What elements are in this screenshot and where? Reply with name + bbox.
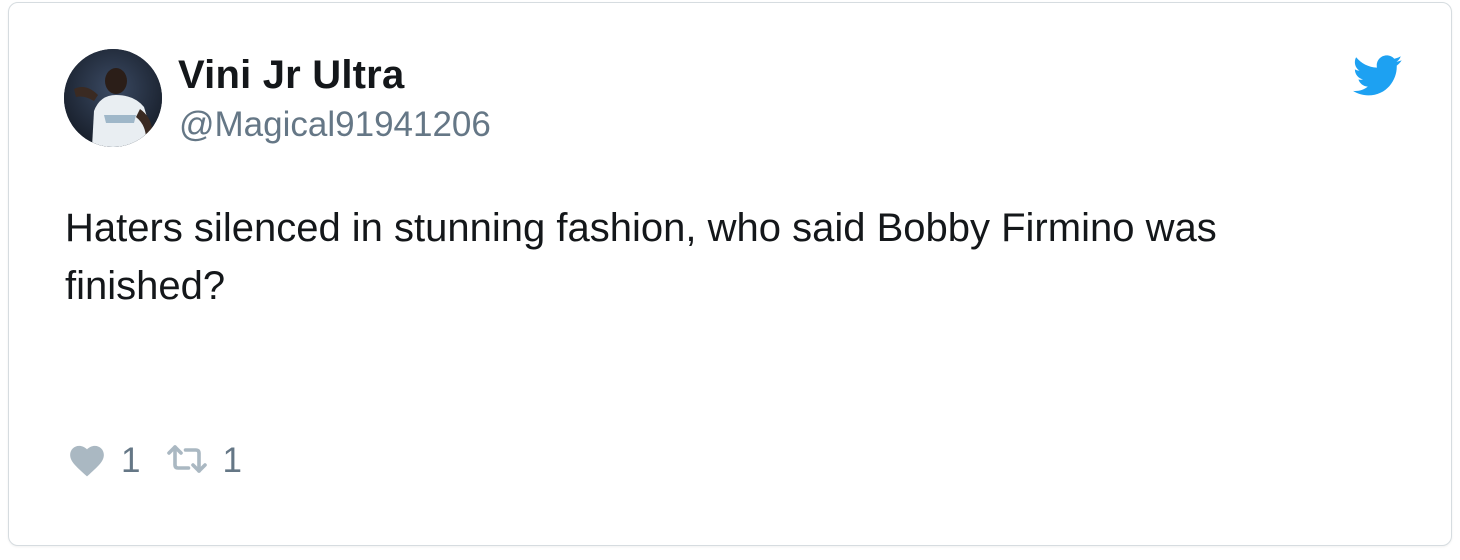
heart-icon — [67, 441, 107, 482]
twitter-bird-icon[interactable] — [1352, 55, 1403, 97]
like-button[interactable]: 1 — [67, 441, 140, 482]
author-display-name[interactable]: Vini Jr Ultra — [178, 53, 404, 98]
retweet-icon — [166, 443, 208, 480]
retweet-button[interactable]: 1 — [166, 441, 242, 481]
author-avatar[interactable] — [64, 49, 162, 147]
retweet-count: 1 — [222, 441, 242, 480]
like-count: 1 — [121, 441, 141, 480]
author-handle[interactable]: @Magical91941206 — [179, 105, 491, 145]
tweet-text: Haters silenced in stunning fashion, who… — [65, 206, 1217, 308]
tweet-actions: 1 1 — [67, 439, 242, 483]
tweet-card: Vini Jr Ultra @Magical91941206 Haters si… — [8, 2, 1452, 546]
